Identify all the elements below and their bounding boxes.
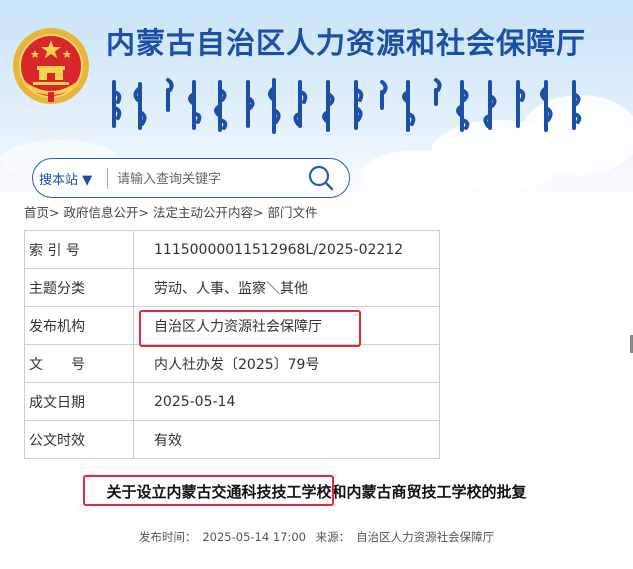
table-row: 索 引 号 11150000011512968L/2025-02212 (24, 230, 440, 269)
breadcrumb: 首页> 政府信息公开> 法定主动公开内容> 部门文件 (24, 202, 317, 221)
breadcrumb-separator: > (138, 205, 149, 220)
source-label: 来源： (315, 530, 351, 544)
cloud-decoration (360, 150, 480, 200)
site-title: 内蒙古自治区人力资源和社会保障厅 (106, 26, 587, 60)
publish-info: 发布时间： 2025-05-14 17:00 来源： 自治区人力资源社会保障厅 (0, 529, 633, 545)
meta-value-doc-number: 内人社办发〔2025〕79号 (133, 344, 440, 383)
search-input[interactable] (115, 167, 309, 191)
table-row: 发布机构 自治区人力资源社会保障厅 (24, 306, 440, 345)
meta-key-index: 索 引 号 (24, 230, 134, 269)
breadcrumb-mandatory-disclosure[interactable]: 法定主动公开内容 (153, 205, 253, 220)
table-row: 成文日期 2025-05-14 (24, 382, 440, 421)
meta-key-validity: 公文时效 (24, 420, 134, 459)
search-bar: 搜本站 ▼ (32, 158, 350, 198)
search-scope-select[interactable]: 搜本站 ▼ (39, 169, 92, 188)
publish-time-label: 发布时间： (138, 530, 197, 544)
breadcrumb-home[interactable]: 首页 (24, 205, 49, 220)
meta-value-index: 11150000011512968L/2025-02212 (133, 230, 440, 269)
breadcrumb-separator: > (49, 205, 60, 220)
publish-time: 2025-05-14 17:00 (202, 530, 306, 544)
meta-value-publisher: 自治区人力资源社会保障厅 (133, 306, 440, 345)
breadcrumb-dept-files[interactable]: 部门文件 (267, 205, 317, 220)
meta-value-category: 劳动、人事、监察＼其他 (133, 268, 440, 307)
breadcrumb-separator: > (252, 205, 264, 220)
mongolian-title-script (112, 78, 582, 134)
table-row: 主题分类 劳动、人事、监察＼其他 (24, 268, 440, 307)
meta-key-category: 主题分类 (24, 268, 134, 307)
search-icon[interactable] (305, 163, 337, 193)
document-meta-table: 索 引 号 11150000011512968L/2025-02212 主题分类… (24, 230, 440, 459)
table-row: 公文时效 有效 (24, 420, 440, 459)
source-value: 自治区人力资源社会保障厅 (356, 530, 495, 544)
meta-value-date: 2025-05-14 (133, 382, 440, 421)
meta-key-publisher: 发布机构 (24, 306, 134, 345)
national-emblem-icon (13, 28, 89, 104)
breadcrumb-gov-info[interactable]: 政府信息公开 (63, 205, 138, 220)
table-row: 文 号 内人社办发〔2025〕79号 (24, 344, 440, 383)
meta-key-date: 成文日期 (24, 382, 134, 421)
document-title: 关于设立内蒙古交通科技技工学校和内蒙古商贸技工学校的批复 (106, 483, 527, 501)
meta-value-validity: 有效 (133, 420, 440, 459)
meta-key-doc-number: 文 号 (24, 344, 134, 383)
search-divider (107, 168, 108, 189)
